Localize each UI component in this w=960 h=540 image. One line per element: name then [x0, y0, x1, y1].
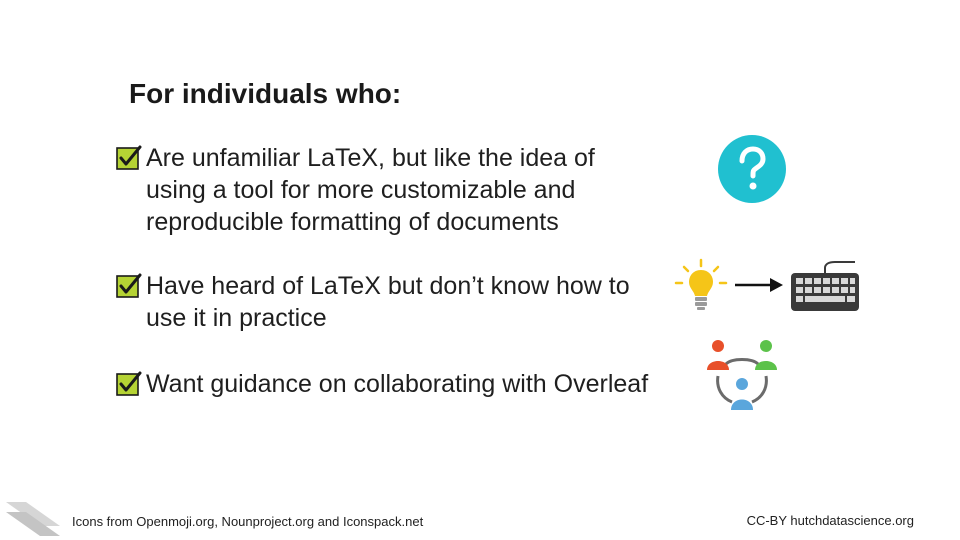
- bullet-item: Want guidance on collaborating with Over…: [116, 368, 716, 400]
- logo-icon: [6, 502, 60, 536]
- bullet-text: Are unfamiliar LaTeX, but like the idea …: [146, 144, 595, 236]
- question-mark-icon: [718, 135, 786, 203]
- collaboration-icon: [707, 340, 777, 410]
- slide: For individuals who: Are unfamiliar LaTe…: [0, 0, 960, 540]
- checkbox-checked-icon: [116, 273, 142, 298]
- checkbox-checked-icon: [116, 145, 142, 170]
- bullet-text: Want guidance on collaborating with Over…: [146, 370, 649, 398]
- keyboard-icon: [791, 261, 859, 311]
- slide-title: For individuals who:: [129, 78, 402, 109]
- lightbulb-icon: [674, 258, 728, 310]
- attribution-text: Icons from Openmoji.org, Nounproject.org…: [72, 514, 424, 529]
- checkbox-checked-icon: [116, 371, 142, 396]
- arrow-right-icon: [735, 278, 783, 292]
- bullet-item: Are unfamiliar LaTeX, but like the idea …: [116, 142, 676, 238]
- bullet-text: Have heard of LaTeX but don’t know how t…: [146, 272, 630, 332]
- bullet-item: Have heard of LaTeX but don’t know how t…: [116, 270, 686, 334]
- license-text: CC-BY hutchdatascience.org: [746, 513, 914, 528]
